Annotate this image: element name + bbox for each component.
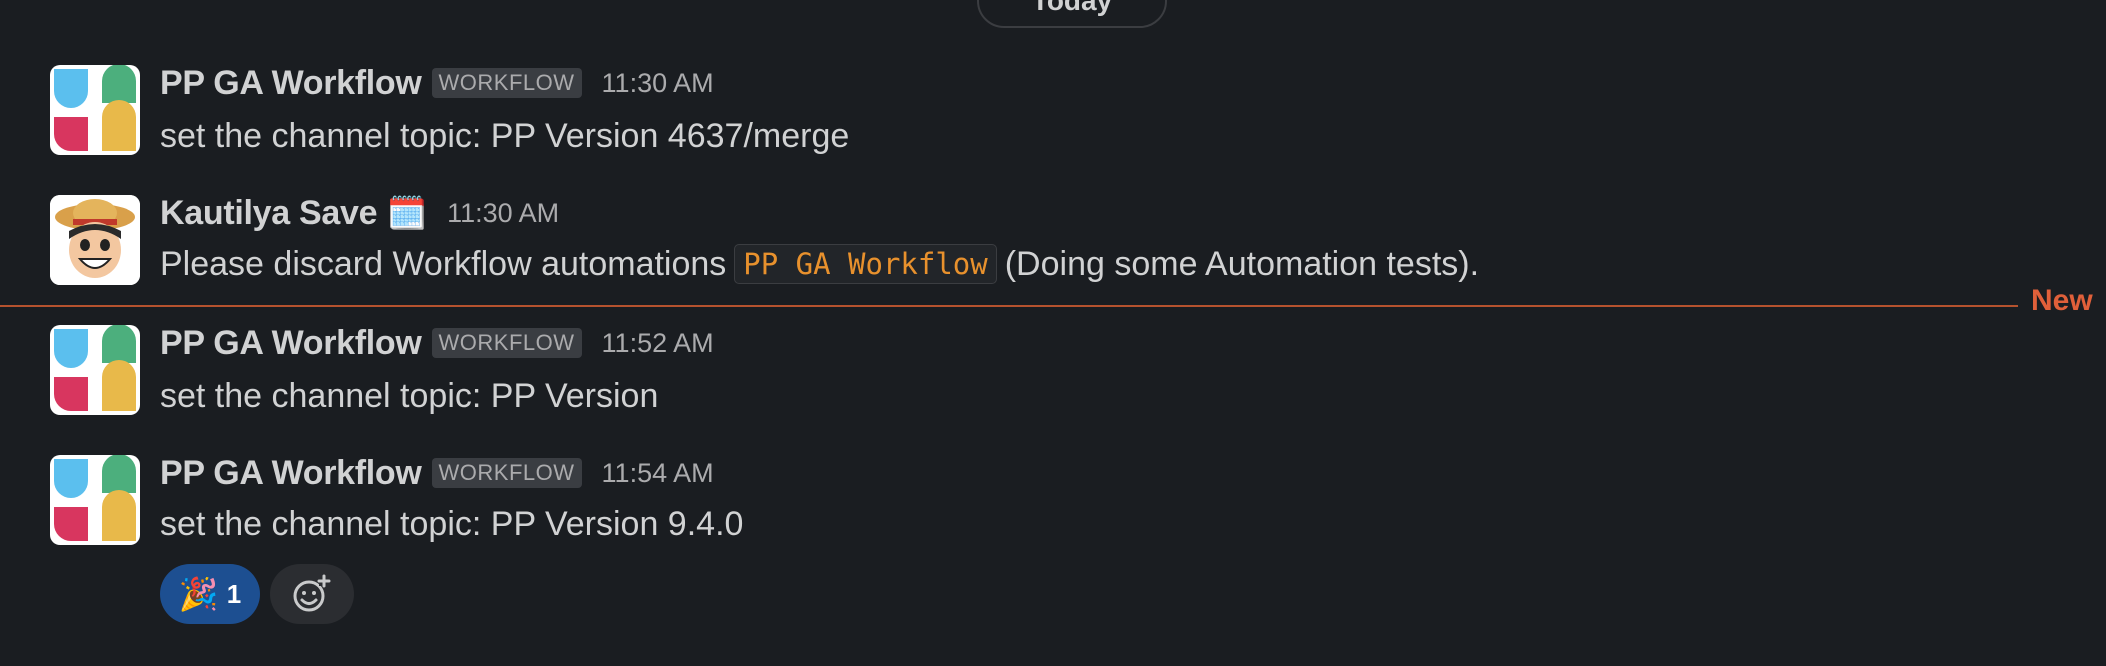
add-emoji-icon (293, 574, 331, 612)
workflow-badge: WORKFLOW (431, 328, 582, 358)
message-timestamp[interactable]: 11:30 AM (602, 68, 714, 99)
workflow-badge: WORKFLOW (431, 68, 582, 98)
message-text: set the channel topic: PP Version 9.4.0 (160, 505, 744, 543)
calendar-icon[interactable]: 🗓️ (387, 197, 427, 229)
message-header: PP GA Workflow WORKFLOW 11:52 AM (160, 320, 714, 366)
workflow-badge: WORKFLOW (431, 458, 582, 488)
message-header: Kautilya Save 🗓️ 11:30 AM (160, 190, 559, 236)
message-text-part: (Doing some Automation tests). (1004, 244, 1480, 283)
reaction-bar: 🎉 1 (160, 564, 354, 624)
workflow-logo-icon[interactable] (50, 455, 140, 545)
cartoon-avatar[interactable] (50, 195, 140, 285)
message-timestamp[interactable]: 11:52 AM (602, 328, 714, 359)
sender-name[interactable]: PP GA Workflow (160, 64, 422, 103)
sender-name[interactable]: PP GA Workflow (160, 324, 422, 363)
workflow-logo-icon[interactable] (50, 65, 140, 155)
reaction-party-popper[interactable]: 🎉 1 (160, 564, 260, 624)
inline-code: PP GA Workflow (734, 244, 997, 284)
message-text-part: Please discard Workflow automations (160, 244, 727, 283)
message-text: set the channel topic: PP Version (160, 377, 659, 415)
message-text: Please discard Workflow automations PP G… (160, 244, 1479, 284)
reaction-count: 1 (226, 578, 242, 609)
workflow-logo-icon[interactable] (50, 325, 140, 415)
new-messages-divider (0, 305, 2018, 307)
message-timestamp[interactable]: 11:54 AM (602, 458, 714, 489)
message-header: PP GA Workflow WORKFLOW 11:30 AM (160, 60, 714, 106)
add-reaction-button[interactable] (270, 564, 354, 624)
sender-name[interactable]: PP GA Workflow (160, 454, 422, 493)
new-messages-label: New (2031, 284, 2093, 317)
message-header: PP GA Workflow WORKFLOW 11:54 AM (160, 450, 714, 496)
party-popper-icon: 🎉 (178, 576, 219, 612)
message-timestamp[interactable]: 11:30 AM (447, 198, 559, 229)
message-text: set the channel topic: PP Version 4637/m… (160, 117, 850, 155)
day-divider-pill[interactable]: Today (977, 0, 1167, 28)
sender-name[interactable]: Kautilya Save (160, 194, 378, 233)
